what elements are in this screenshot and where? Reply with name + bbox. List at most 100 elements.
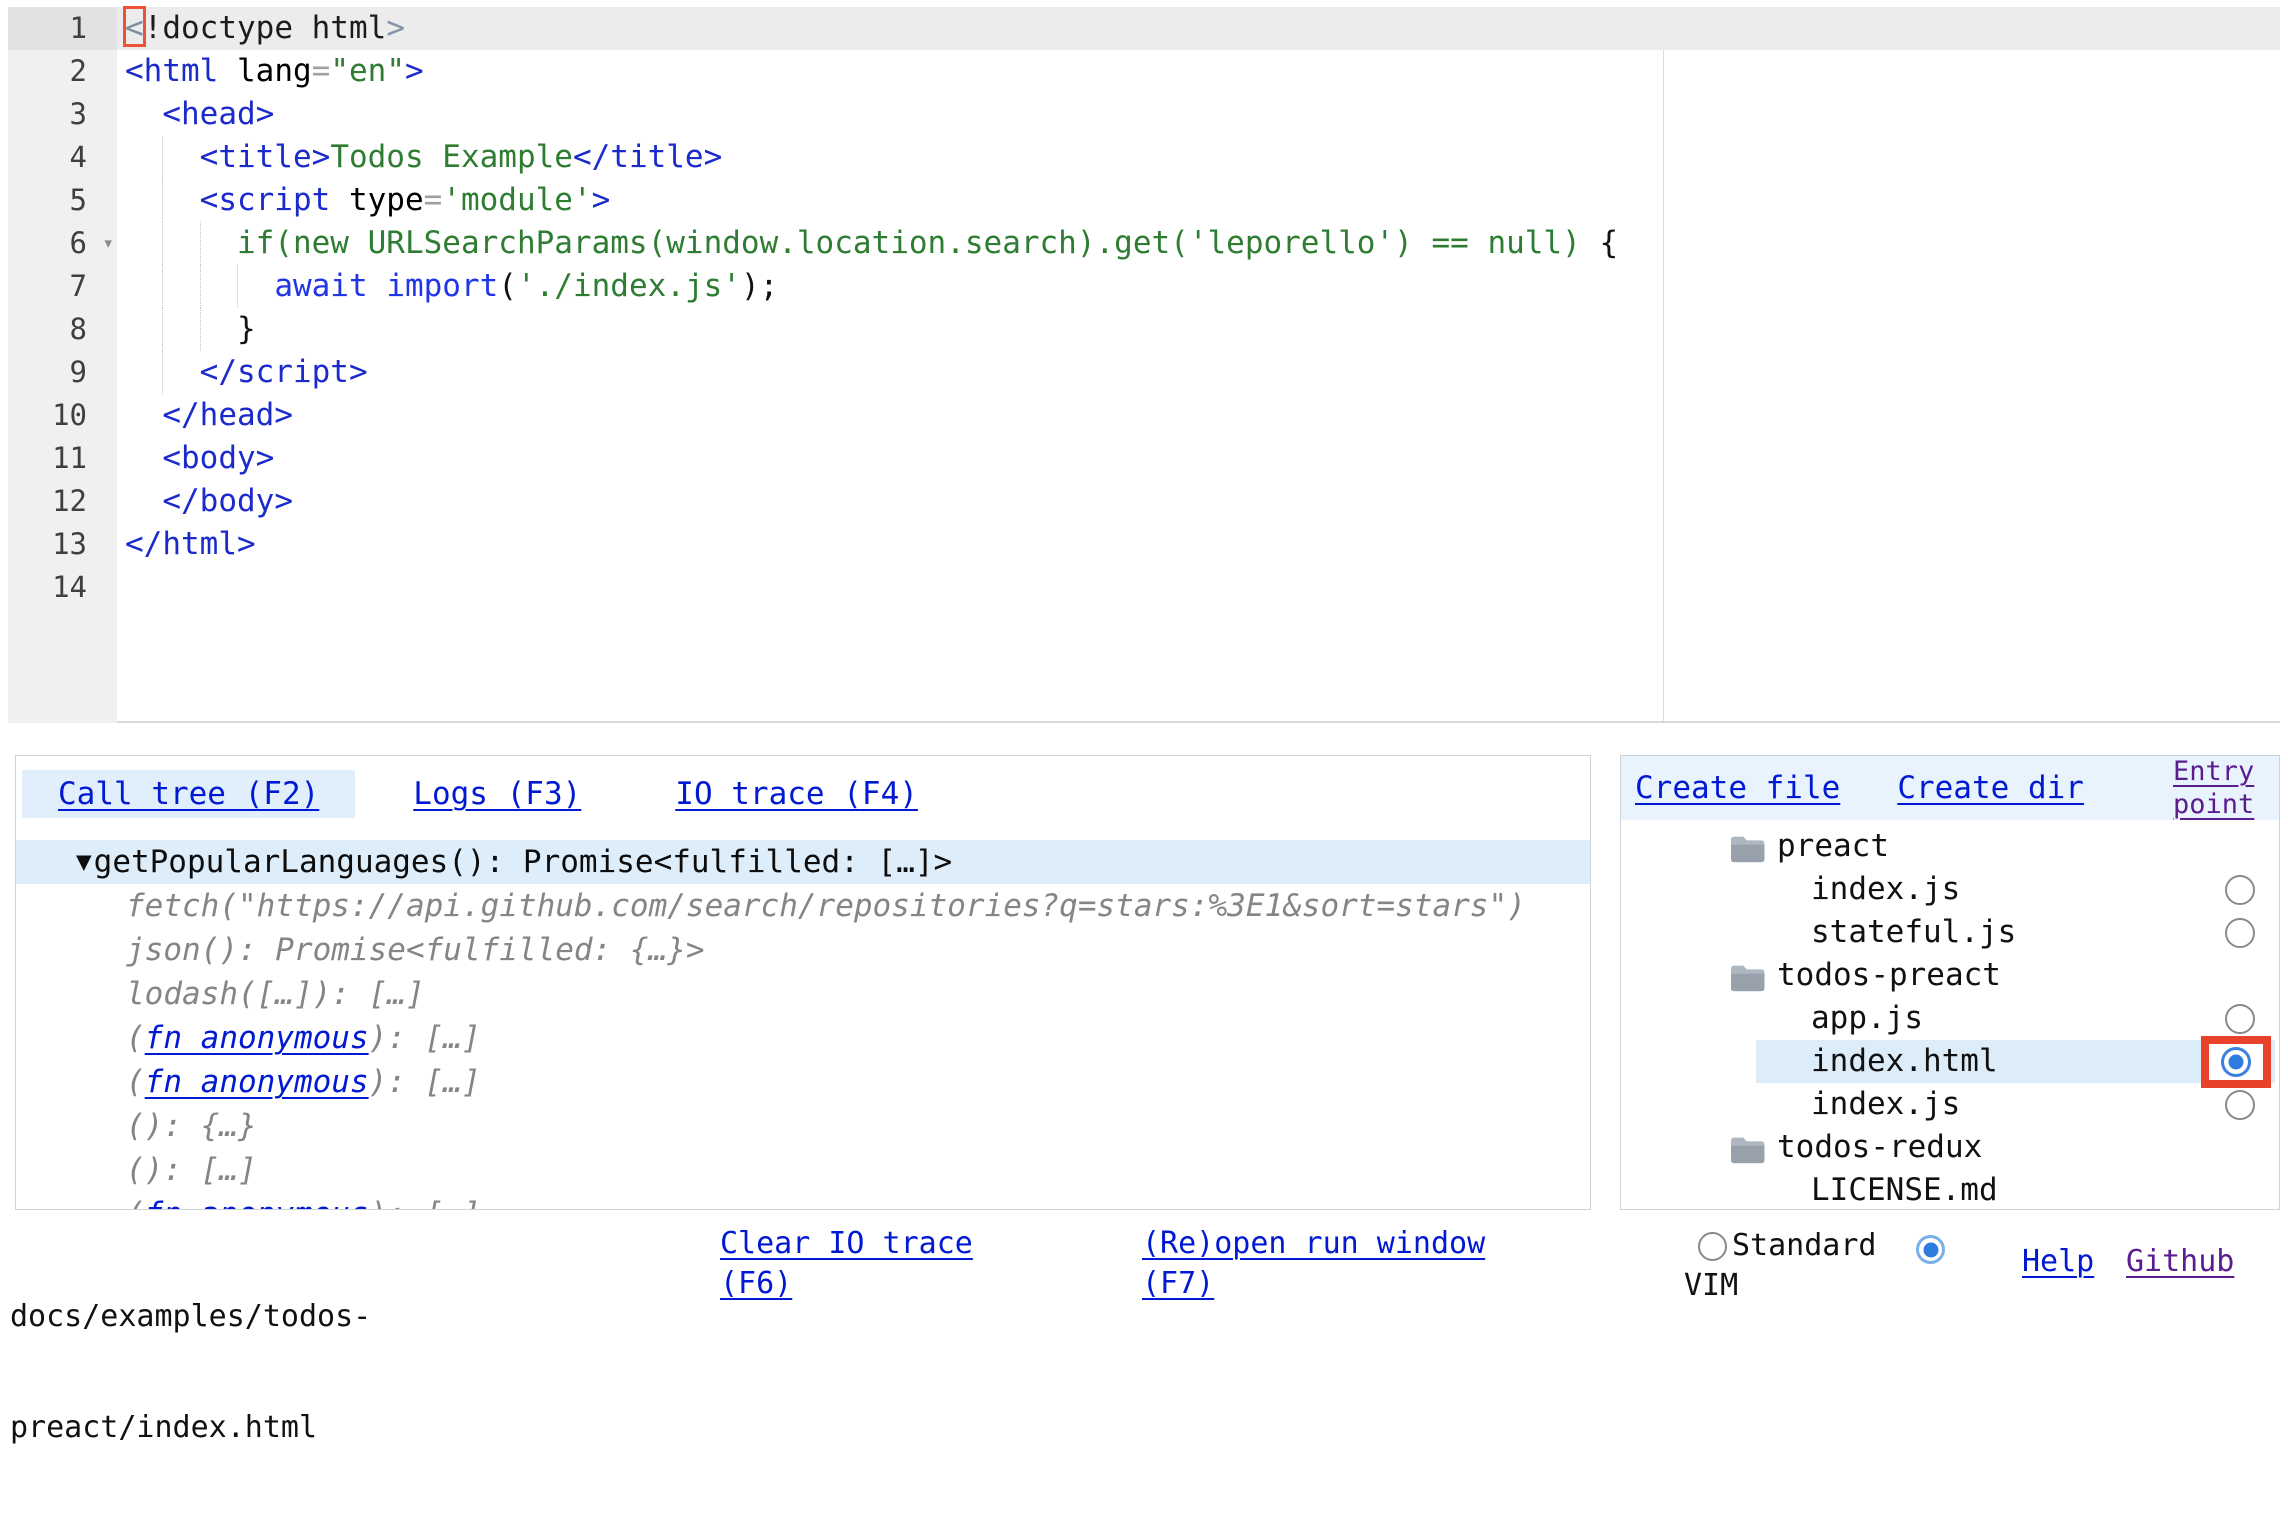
code-token: './index.js' <box>517 268 741 304</box>
indent-guide <box>162 222 163 265</box>
code-token: </html <box>125 526 237 562</box>
tree-row-todos-redux[interactable]: todos-redux <box>1621 1126 2279 1169</box>
create-file-link[interactable]: Create file <box>1635 770 1840 806</box>
editor-line[interactable]: 6▾ if(new URLSearchParams(window.locatio… <box>8 222 2280 265</box>
entry-point-radio[interactable] <box>2221 1047 2251 1077</box>
code-line[interactable]: if(new URLSearchParams(window.location.s… <box>117 222 2280 265</box>
code-line[interactable]: <!doctype html> <box>117 7 2280 50</box>
call-tree-row[interactable]: (): {…} <box>16 1104 1590 1148</box>
code-token <box>125 225 237 261</box>
call-tree-row[interactable]: lodash([…]): […] <box>16 972 1590 1016</box>
editor-line[interactable]: 14 <box>8 566 2280 609</box>
fn-anonymous-link[interactable]: fn anonymous <box>145 1064 369 1100</box>
code-line[interactable]: <body> <box>117 437 2280 480</box>
reopen-run-window-line-1: (Re)open run window <box>1142 1224 1485 1264</box>
call-label: ( <box>126 1064 145 1100</box>
entry-point-radio[interactable] <box>2225 918 2255 948</box>
line-number-cell: 5 <box>8 179 117 222</box>
tree-row-todos-preact[interactable]: todos-preact <box>1621 954 2279 997</box>
call-tree-row[interactable]: ▼getPopularLanguages(): Promise<fulfille… <box>16 840 1590 884</box>
entry-point-radio[interactable] <box>2225 1090 2255 1120</box>
call-tree-row[interactable]: (fn anonymous): […] <box>16 1016 1590 1060</box>
standard-mode-label: Standard <box>1732 1228 1877 1263</box>
entry-point-radio[interactable] <box>2225 1004 2255 1034</box>
line-number: 9 <box>70 355 87 389</box>
call-label: ( <box>126 1196 145 1210</box>
tree-row-preact[interactable]: preact <box>1621 825 2279 868</box>
code-editor[interactable]: 1<!doctype html>2<html lang="en">3 <head… <box>8 7 2280 723</box>
editor-line[interactable]: 4 <title>Todos Example</title> <box>8 136 2280 179</box>
editor-line[interactable]: 7 await import('./index.js'); <box>8 265 2280 308</box>
tree-row-stateful-js[interactable]: stateful.js <box>1621 911 2279 954</box>
entry-point-radio[interactable] <box>2225 875 2255 905</box>
code-token: > <box>312 139 331 175</box>
folder-icon <box>1729 961 1765 990</box>
code-token: > <box>237 526 256 562</box>
folder-icon <box>1729 832 1765 861</box>
code-token: ( <box>498 268 517 304</box>
standard-mode-radio[interactable] <box>1698 1232 1727 1261</box>
editor-line[interactable]: 2<html lang="en"> <box>8 50 2280 93</box>
line-number-cell: 12 <box>8 480 117 523</box>
editor-line[interactable]: 13</html> <box>8 523 2280 566</box>
code-token <box>125 96 162 132</box>
code-token: > <box>274 483 293 519</box>
vim-mode-radio[interactable] <box>1916 1235 1945 1264</box>
tree-row-index-js[interactable]: index.js <box>1621 868 2279 911</box>
editor-line[interactable]: 8 } <box>8 308 2280 351</box>
call-label: ( <box>126 1020 145 1056</box>
fn-anonymous-link[interactable]: fn anonymous <box>145 1196 369 1210</box>
reopen-run-window-link[interactable]: (Re)open run window (F7) <box>1142 1224 1485 1304</box>
tab-call-tree-f2[interactable]: Call tree (F2) <box>22 770 355 818</box>
tree-row-index-html[interactable]: index.html <box>1621 1040 2279 1083</box>
code-line[interactable]: } <box>117 308 2280 351</box>
code-token: await <box>274 268 367 304</box>
code-line[interactable]: <title>Todos Example</title> <box>117 136 2280 179</box>
call-tree-row[interactable]: json(): Promise<fulfilled: {…}> <box>16 928 1590 972</box>
github-link[interactable]: Github <box>2126 1244 2234 1279</box>
clear-io-trace-link[interactable]: Clear IO trace (F6) <box>720 1224 973 1304</box>
call-label: ): […] <box>369 1020 481 1056</box>
code-line[interactable]: await import('./index.js'); <box>117 265 2280 308</box>
tree-row-index-js[interactable]: index.js <box>1621 1083 2279 1126</box>
call-tree-row[interactable]: (): […] <box>16 1148 1590 1192</box>
tree-row-license-md[interactable]: LICENSE.md <box>1621 1169 2279 1210</box>
code-token: ); <box>741 268 778 304</box>
call-tree-row[interactable]: (fn anonymous): […] <box>16 1192 1590 1210</box>
tab-logs-f3[interactable]: Logs (F3) <box>377 770 617 818</box>
code-line[interactable]: <script type='module'> <box>117 179 2280 222</box>
fn-anonymous-link[interactable]: fn anonymous <box>145 1020 369 1056</box>
line-number: 7 <box>70 269 87 303</box>
editor-line[interactable]: 1<!doctype html> <box>8 7 2280 50</box>
call-tree-row[interactable]: (fn anonymous): […] <box>16 1060 1590 1104</box>
code-token: import <box>386 268 498 304</box>
line-number-cell: 14 <box>8 566 117 609</box>
tab-io-trace-f4[interactable]: IO trace (F4) <box>639 770 954 818</box>
code-line[interactable]: </html> <box>117 523 2280 566</box>
code-line[interactable]: <head> <box>117 93 2280 136</box>
editor-line[interactable]: 3 <head> <box>8 93 2280 136</box>
editor-line[interactable]: 11 <body> <box>8 437 2280 480</box>
fold-marker-icon[interactable]: ▾ <box>103 222 114 265</box>
code-line[interactable]: </script> <box>117 351 2280 394</box>
code-line[interactable]: </head> <box>117 394 2280 437</box>
collapse-triangle-icon[interactable]: ▼ <box>76 847 92 877</box>
code-line[interactable]: </body> <box>117 480 2280 523</box>
code-token: <title <box>200 139 312 175</box>
entry-point-link[interactable]: Entry point <box>2173 755 2269 821</box>
help-link[interactable]: Help <box>2022 1244 2094 1279</box>
call-tree-row[interactable]: fetch("https://api.github.com/search/rep… <box>16 884 1590 928</box>
call-label: json(): Promise<fulfilled: {…}> <box>126 932 705 968</box>
tree-row-app-js[interactable]: app.js <box>1621 997 2279 1040</box>
code-token: <script <box>200 182 331 218</box>
editor-line[interactable]: 10 </head> <box>8 394 2280 437</box>
editor-line[interactable]: 9 </script> <box>8 351 2280 394</box>
code-line[interactable]: <html lang="en"> <box>117 50 2280 93</box>
editor-line[interactable]: 12 </body> <box>8 480 2280 523</box>
create-dir-link[interactable]: Create dir <box>1897 770 2084 806</box>
code-line[interactable] <box>117 566 2280 609</box>
clear-io-trace-line-2: (F6) <box>720 1264 973 1304</box>
line-number-cell: 7 <box>8 265 117 308</box>
editor-line[interactable]: 5 <script type='module'> <box>8 179 2280 222</box>
code-token: <html <box>125 53 218 89</box>
